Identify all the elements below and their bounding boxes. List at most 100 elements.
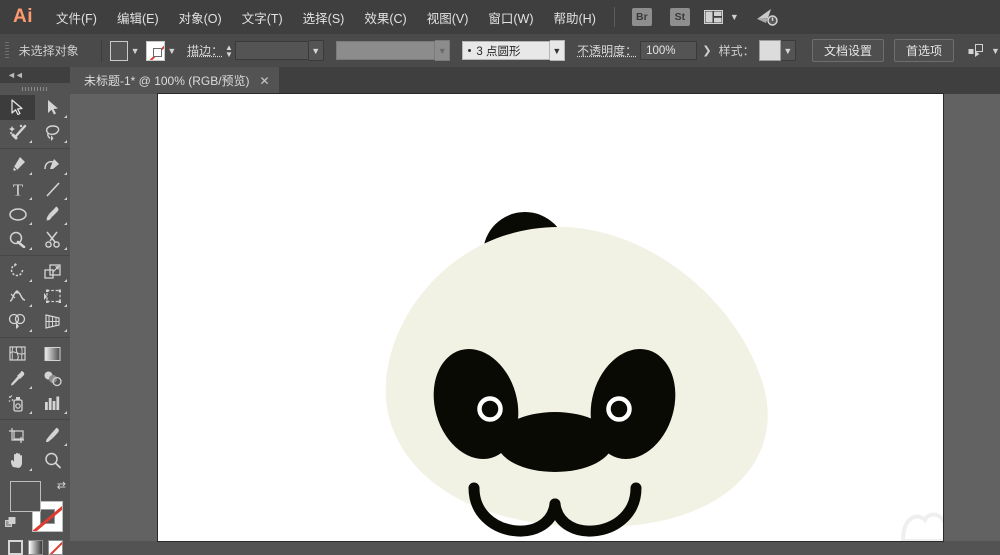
- menu-effect[interactable]: 效果(C): [354, 0, 416, 34]
- scissors-tool[interactable]: [35, 227, 70, 252]
- menu-bar: Ai 文件(F) 编辑(E) 对象(O) 文字(T) 选择(S) 效果(C) 视…: [0, 0, 1000, 34]
- stroke-chevron-down-icon[interactable]: ▼: [165, 41, 179, 61]
- control-bar: 未选择对象 ▼ ▼ 描边： ▲▼ ▼ ▼ 3 点圆形 ▼ 不透明度： 100% …: [0, 34, 1000, 68]
- selection-tool[interactable]: [0, 95, 35, 120]
- flyout-corner-icon: [29, 304, 32, 307]
- default-fill-stroke-icon[interactable]: [5, 517, 18, 535]
- zoom-tool[interactable]: [35, 448, 70, 473]
- panda-head-illustration[interactable]: [158, 94, 943, 541]
- stroke-color-swatch[interactable]: [146, 41, 164, 61]
- canvas-area[interactable]: [70, 94, 1000, 541]
- menu-edit[interactable]: 编辑(E): [107, 0, 169, 34]
- stock-button[interactable]: St: [670, 8, 690, 26]
- scale-tool[interactable]: [35, 259, 70, 284]
- swap-fill-stroke-icon[interactable]: ⇄: [57, 479, 66, 492]
- stroke-weight-input[interactable]: [235, 41, 309, 60]
- menu-select[interactable]: 选择(S): [293, 0, 355, 34]
- preferences-button[interactable]: 首选项: [894, 39, 954, 62]
- menu-divider: [614, 7, 615, 27]
- perspective-grid-tool[interactable]: [35, 309, 70, 334]
- variable-width-profile-value: 3 点圆形: [476, 43, 520, 59]
- menu-type[interactable]: 文字(T): [232, 0, 293, 34]
- flyout-corner-icon: [29, 172, 32, 175]
- color-mode-none[interactable]: [48, 540, 63, 555]
- style-label: 样式：: [719, 42, 755, 59]
- fill-chevron-down-icon[interactable]: ▼: [128, 41, 142, 61]
- app-logo: Ai: [0, 0, 46, 34]
- gradient-tool[interactable]: [35, 341, 70, 366]
- svg-text:T: T: [12, 181, 23, 198]
- flyout-corner-icon: [64, 247, 67, 250]
- tool-grid: T: [0, 95, 70, 473]
- type-tool[interactable]: T: [0, 177, 35, 202]
- color-mode-solid[interactable]: [8, 540, 23, 555]
- ellipse-tool[interactable]: [0, 202, 35, 227]
- flyout-corner-icon: [29, 411, 32, 414]
- arrange-chevron-down-icon[interactable]: ▼: [730, 12, 739, 22]
- lasso-tool[interactable]: [35, 120, 70, 145]
- paintbrush-tool[interactable]: [35, 202, 70, 227]
- menu-file[interactable]: 文件(F): [46, 0, 107, 34]
- selection-status-label: 未选择对象: [19, 42, 79, 59]
- tools-panel-drag-handle[interactable]: [0, 83, 70, 95]
- magic-wand-tool[interactable]: [0, 120, 35, 145]
- pen-tool[interactable]: [0, 152, 35, 177]
- cloud-sync-icon[interactable]: [755, 7, 779, 27]
- flyout-corner-icon: [64, 172, 67, 175]
- control-bar-grip[interactable]: [5, 42, 9, 60]
- toolbar-fill-swatch[interactable]: [10, 481, 41, 512]
- artboard-tool[interactable]: [0, 423, 35, 448]
- tool-divider: [0, 255, 70, 256]
- stroke-weight-label[interactable]: 描边：: [187, 42, 223, 59]
- close-icon[interactable]: ✕: [260, 75, 270, 87]
- slice-tool[interactable]: [35, 423, 70, 448]
- stroke-weight-chevron-down-icon[interactable]: ▼: [309, 40, 324, 61]
- align-chevron-down-icon[interactable]: ▼: [991, 46, 1000, 56]
- width-tool[interactable]: [0, 284, 35, 309]
- opacity-flyout-arrow-icon[interactable]: ❯: [697, 44, 716, 57]
- artboard[interactable]: [158, 94, 943, 541]
- tools-panel-collapse-button[interactable]: ◄◄: [0, 67, 70, 83]
- brush-definition-chevron-down-icon: ▼: [435, 40, 450, 61]
- flyout-corner-icon: [29, 222, 32, 225]
- document-setup-button[interactable]: 文档设置: [812, 39, 884, 62]
- direct-selection-tool[interactable]: [35, 95, 70, 120]
- curvature-tool[interactable]: [35, 152, 70, 177]
- profile-chevron-down-icon[interactable]: ▼: [550, 40, 565, 61]
- style-chevron-down-icon[interactable]: ▼: [781, 40, 796, 61]
- rotate-tool[interactable]: [0, 259, 35, 284]
- arrange-documents-icon[interactable]: [704, 10, 723, 24]
- document-tab[interactable]: 未标题-1* @ 100% (RGB/预览) ✕: [70, 67, 279, 94]
- align-to-artboard-icon[interactable]: [968, 44, 984, 58]
- flyout-corner-icon: [64, 115, 67, 118]
- illustrator-window: Ai 文件(F) 编辑(E) 对象(O) 文字(T) 选择(S) 效果(C) 视…: [0, 0, 1000, 541]
- flyout-corner-icon: [29, 247, 32, 250]
- document-tab-bar: 未标题-1* @ 100% (RGB/预览) ✕: [0, 67, 1000, 94]
- blend-tool[interactable]: [35, 366, 70, 391]
- eyedropper-tool[interactable]: [0, 366, 35, 391]
- menu-window[interactable]: 窗口(W): [478, 0, 543, 34]
- variable-width-profile-input[interactable]: 3 点圆形: [462, 41, 549, 60]
- fill-color-swatch[interactable]: [110, 41, 128, 61]
- free-transform-tool[interactable]: [35, 284, 70, 309]
- opacity-input[interactable]: 100%: [640, 41, 697, 60]
- menu-help[interactable]: 帮助(H): [544, 0, 606, 34]
- flyout-corner-icon: [29, 140, 32, 143]
- menu-object[interactable]: 对象(O): [169, 0, 232, 34]
- stroke-weight-stepper[interactable]: ▲▼: [223, 41, 235, 61]
- tool-divider: [0, 148, 70, 149]
- flyout-corner-icon: [64, 329, 67, 332]
- menu-view[interactable]: 视图(V): [417, 0, 479, 34]
- flyout-corner-icon: [64, 197, 67, 200]
- column-graph-tool[interactable]: [35, 391, 70, 416]
- color-mode-gradient[interactable]: [28, 540, 43, 555]
- bridge-button[interactable]: Br: [632, 8, 652, 26]
- shape-builder-tool[interactable]: [0, 309, 35, 334]
- shaper-tool[interactable]: [0, 227, 35, 252]
- mesh-tool[interactable]: [0, 341, 35, 366]
- symbol-sprayer-tool[interactable]: [0, 391, 35, 416]
- opacity-label[interactable]: 不透明度：: [577, 42, 637, 59]
- hand-tool[interactable]: [0, 448, 35, 473]
- graphic-style-swatch[interactable]: [759, 40, 781, 61]
- line-segment-tool[interactable]: [35, 177, 70, 202]
